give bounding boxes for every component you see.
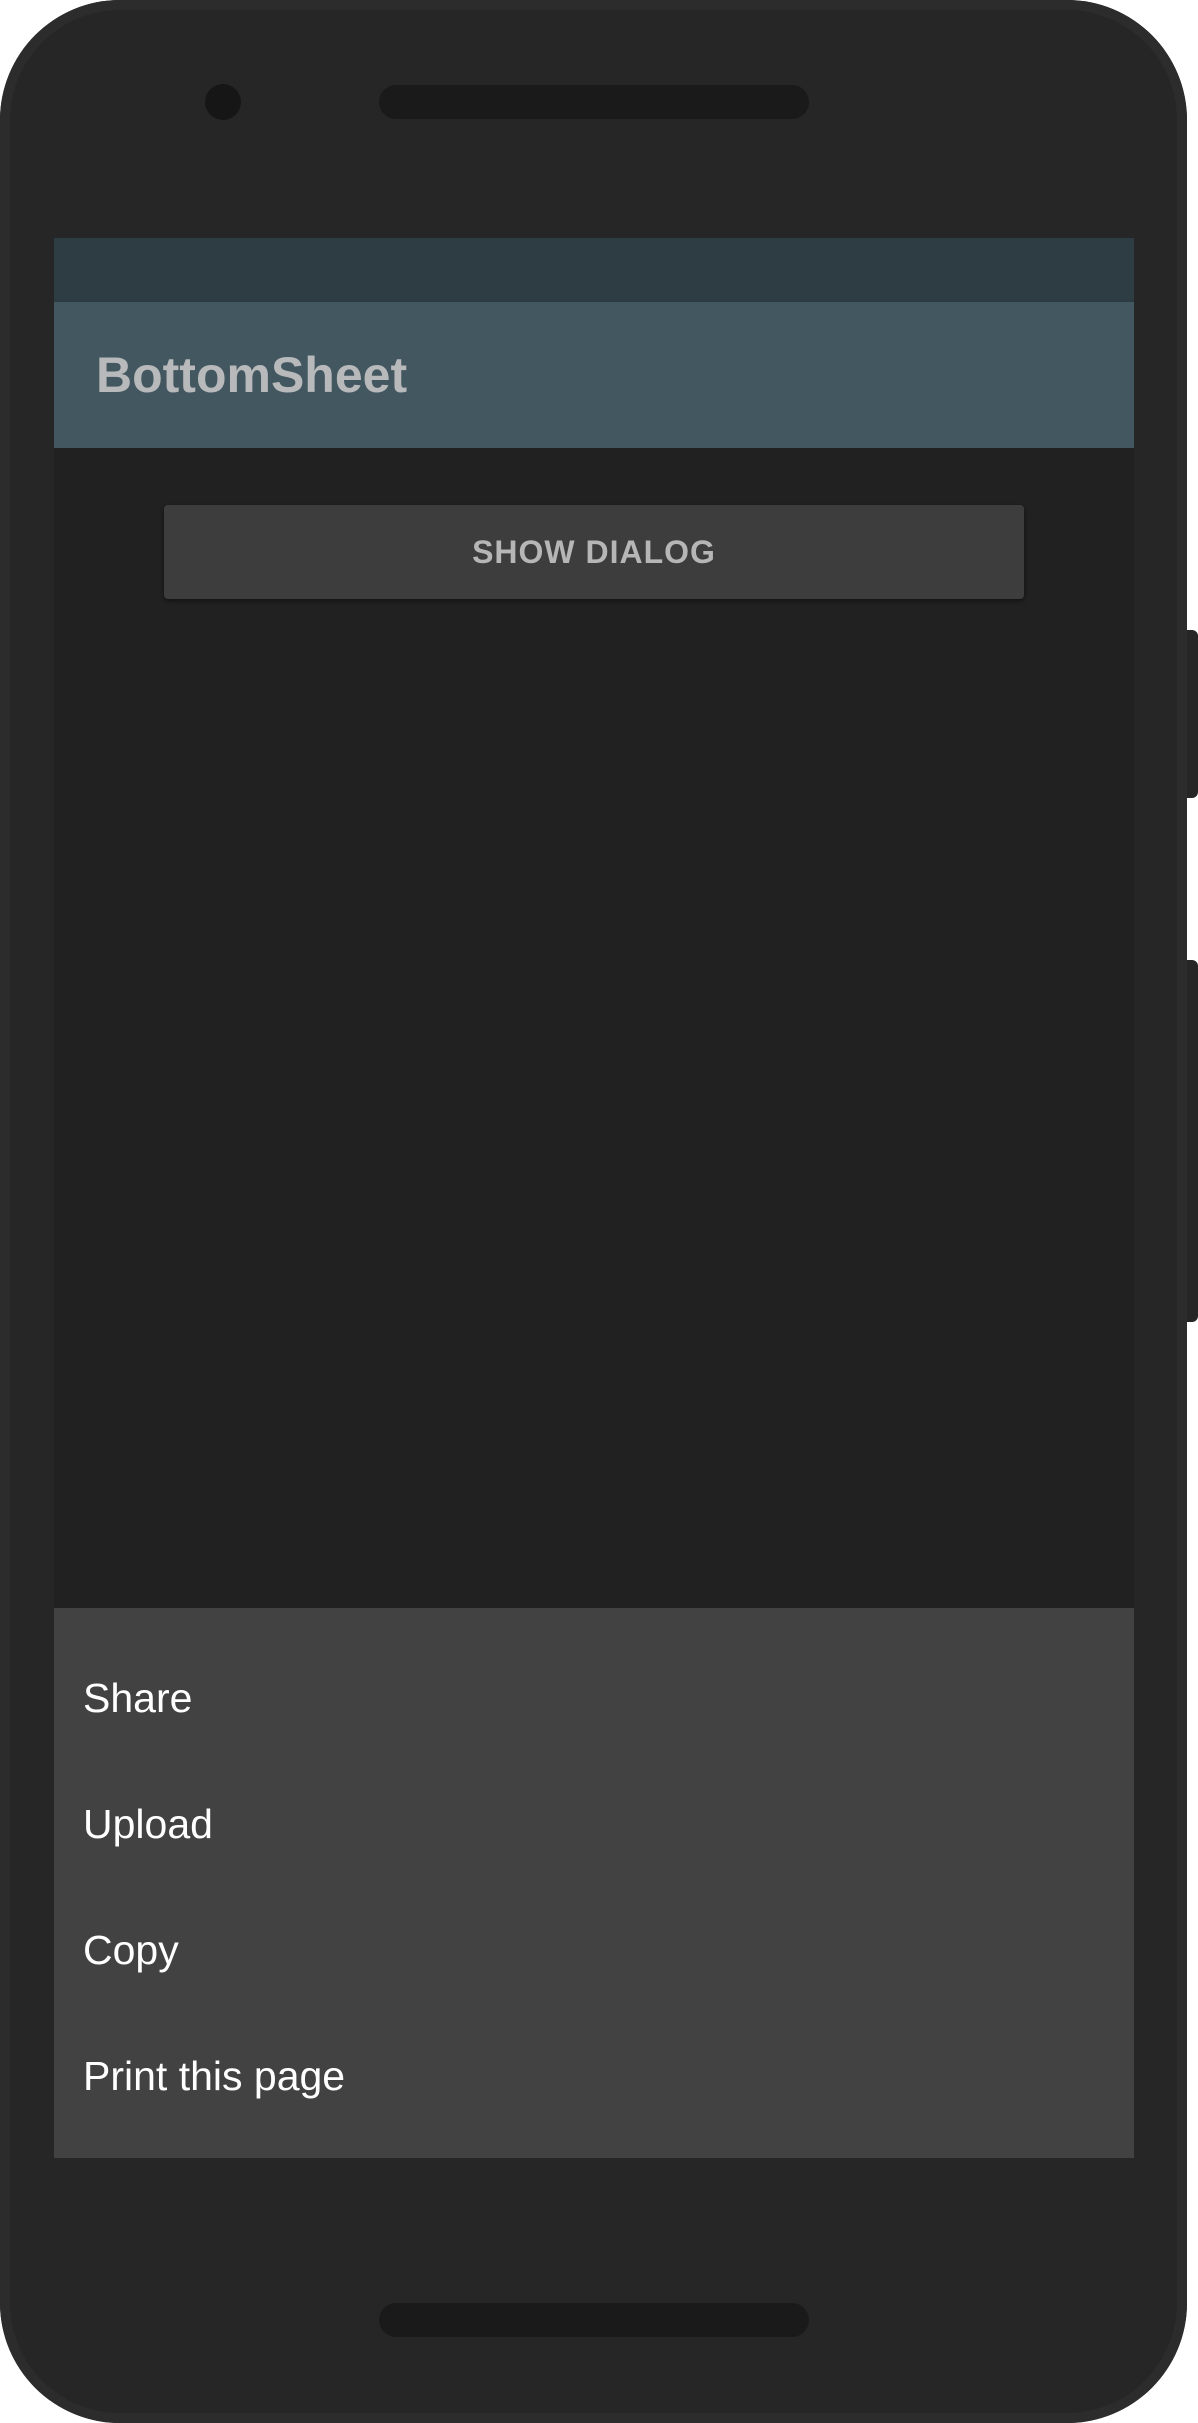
sheet-item-print-this-page[interactable]: Print this page [54,2013,1134,2139]
bottom-speaker [379,2303,809,2337]
device-frame: BottomSheet SHOW DIALOG Share Upload Cop… [0,0,1187,2423]
show-dialog-button[interactable]: SHOW DIALOG [164,505,1024,599]
earpiece-speaker [379,85,809,119]
status-bar [54,238,1134,302]
app-title: BottomSheet [96,347,408,403]
bottom-sheet: Share Upload Copy Print this page [54,1608,1134,2158]
app-bar: BottomSheet [54,302,1134,448]
sheet-item-share[interactable]: Share [54,1635,1134,1761]
sheet-item-upload[interactable]: Upload [54,1761,1134,1887]
screen: BottomSheet SHOW DIALOG Share Upload Cop… [54,238,1134,2158]
power-button[interactable] [1187,630,1198,798]
volume-rocker[interactable] [1187,960,1198,1322]
sheet-item-copy[interactable]: Copy [54,1887,1134,2013]
front-camera [205,84,241,120]
